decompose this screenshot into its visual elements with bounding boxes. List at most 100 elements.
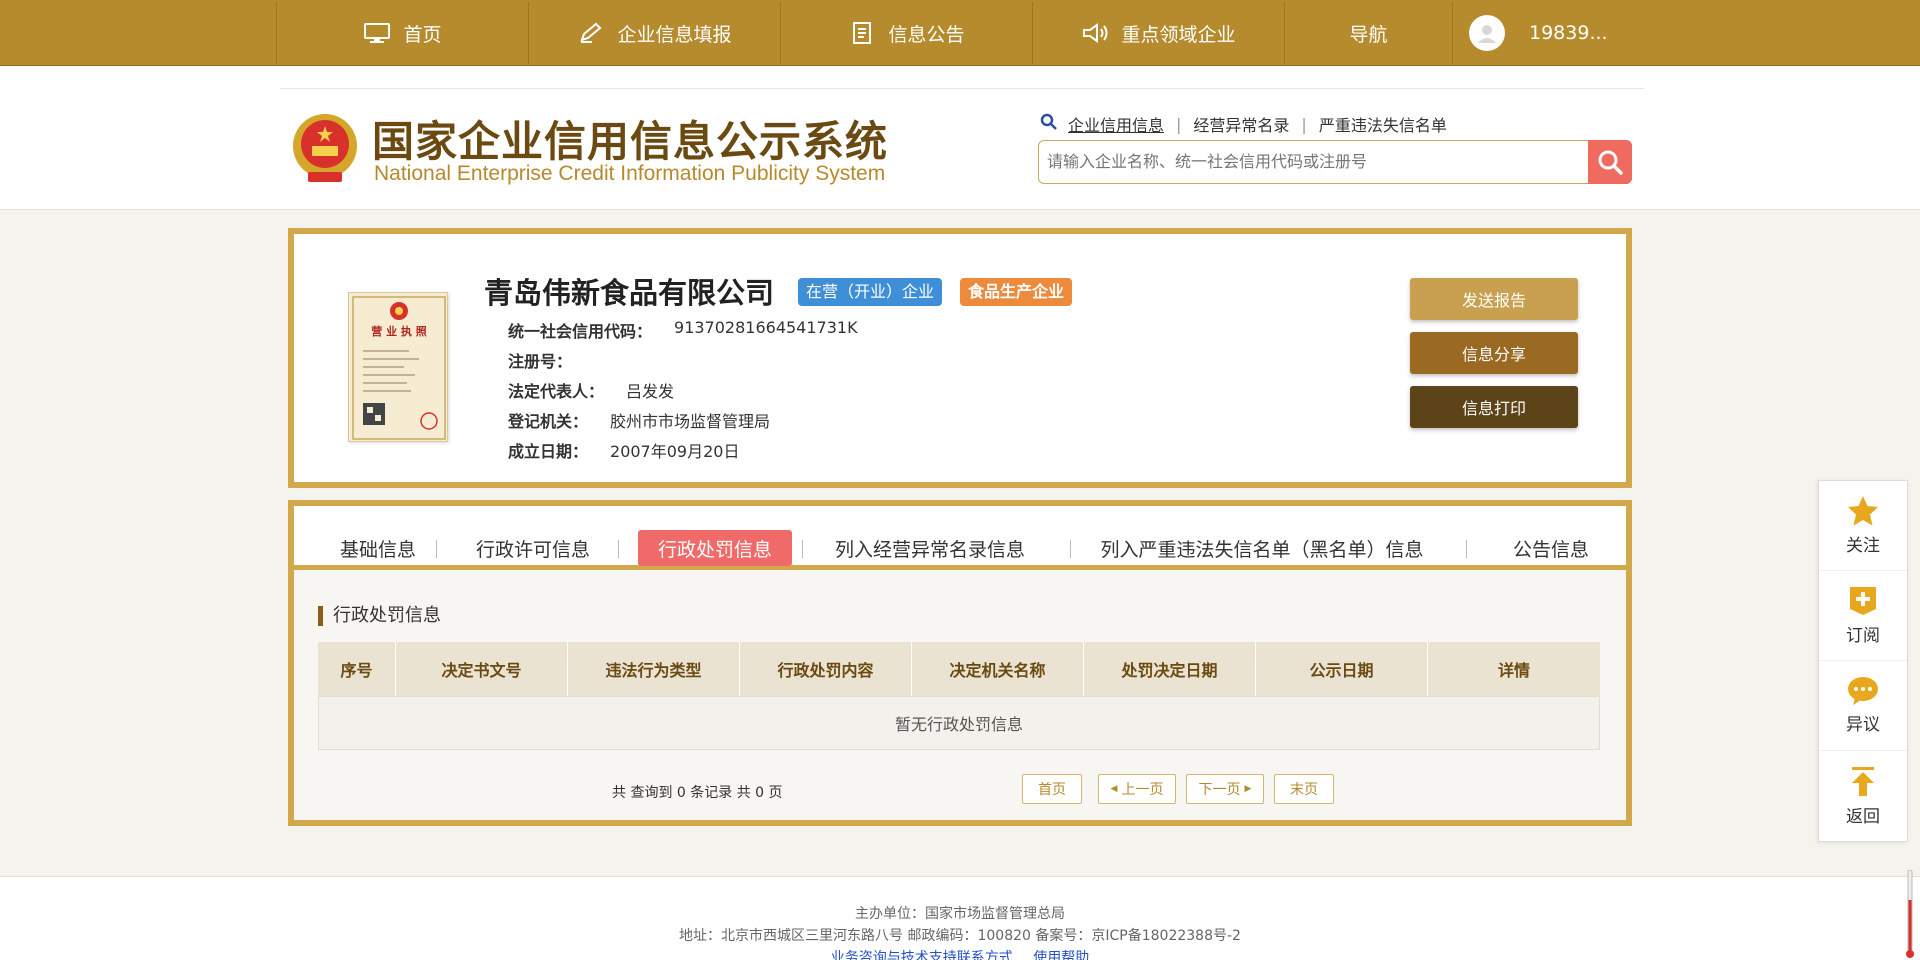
col-index: 序号 <box>318 642 396 696</box>
tab-basic-info[interactable]: 基础信息 <box>322 530 434 566</box>
pager-info: 共 查询到 0 条记录 共 0 页 <box>612 785 783 801</box>
caret-left-icon: ◀ <box>1110 784 1118 794</box>
info-credit-code: 统一社会信用代码： 91370281664541731K <box>508 318 858 342</box>
penalty-table: 序号 决定书文号 违法行为类型 行政处罚内容 决定机关名称 处罚决定日期 公示日… <box>318 642 1600 750</box>
pager-first[interactable]: 首页 <box>1022 774 1082 804</box>
follow-label: 关注 <box>1846 536 1880 556</box>
search-link-abnormal[interactable]: 经营异常名录 <box>1193 112 1289 136</box>
link-separator: | <box>1301 114 1307 134</box>
tab-separator <box>1070 540 1071 558</box>
subscribe-label: 订阅 <box>1846 626 1880 646</box>
caret-right-icon: ▶ <box>1244 784 1252 794</box>
tab-announcements[interactable]: 公告信息 <box>1492 530 1610 566</box>
info-label: 统一社会信用代码： <box>508 322 653 341</box>
business-license-image[interactable]: 营 业 执 照 <box>348 292 448 442</box>
info-value: 吕发发 <box>626 382 675 401</box>
col-details: 详情 <box>1497 661 1530 680</box>
site-title-cn: 国家企业信用信息公示系统 <box>372 117 889 166</box>
magnifier-icon <box>1040 113 1058 135</box>
info-tabs-panel: 基础信息 行政许可信息 行政处罚信息 列入经营异常名录信息 列入严重违法失信名单… <box>288 500 1632 826</box>
search-type-links: 企业信用信息 | 经营异常名录 | 严重违法失信名单 <box>1040 112 1447 136</box>
search-box <box>1038 140 1632 184</box>
info-reg-authority: 登记机关： 胶州市市场监督管理局 <box>508 408 770 432</box>
info-label: 成立日期： <box>508 442 589 461</box>
type-badge: 食品生产企业 <box>960 278 1073 306</box>
col-publish-date: 公示日期 <box>1256 642 1428 696</box>
nav-home[interactable]: 首页 <box>276 2 528 64</box>
info-label: 登记机关： <box>508 412 589 431</box>
subscribe-button[interactable]: 订阅 <box>1819 571 1907 661</box>
company-name: 青岛伟新食品有限公司 <box>484 276 775 310</box>
document-icon <box>848 22 876 44</box>
site-title-en: National Enterprise Credit Information P… <box>374 162 886 185</box>
chat-icon <box>1848 677 1878 705</box>
user-icon <box>1478 25 1496 43</box>
nav-enterprise-report[interactable]: 企业信息填报 <box>528 2 780 64</box>
footer-link-help[interactable]: 使用帮助 <box>1033 950 1089 960</box>
user-menu[interactable]: 19839... <box>1452 2 1642 64</box>
pager-prev-label: 上一页 <box>1121 782 1164 798</box>
col-authority: 决定机关名称 <box>912 642 1084 696</box>
status-badge: 在营（开业）企业 <box>798 278 943 306</box>
scroll-indicator[interactable] <box>1906 869 1914 960</box>
arrow-up-icon <box>1852 766 1874 796</box>
search-input[interactable] <box>1039 141 1579 181</box>
objection-button[interactable]: 异议 <box>1819 661 1907 751</box>
info-label: 法定代表人： <box>508 382 605 401</box>
info-establish-date: 成立日期： 2007年09月20日 <box>508 438 739 462</box>
nav-enterprise-report-label: 企业信息填报 <box>617 23 732 46</box>
pager-next-label: 下一页 <box>1198 782 1241 798</box>
footer-link-support[interactable]: 业务咨询与技术支持联系方式 <box>831 950 1013 960</box>
subscribe-icon <box>1850 587 1876 615</box>
nav-key-sectors-label: 重点领域企业 <box>1121 23 1236 46</box>
monitor-icon <box>363 22 391 44</box>
tab-blacklist[interactable]: 列入严重违法失信名单（黑名单）信息 <box>1090 530 1434 566</box>
top-navigation: 首页 企业信息填报 信息公告 重点领域企业 导航 19839... <box>0 0 1920 66</box>
info-value: 胶州市市场监督管理局 <box>610 412 771 431</box>
tab-separator <box>802 540 803 558</box>
speaker-icon <box>1081 22 1109 44</box>
star-icon <box>1848 496 1878 526</box>
info-reg-number: 注册号： <box>508 348 594 372</box>
footer-host: 主办单位：国家市场监督管理总局 <box>855 906 1065 922</box>
tab-abnormal-list[interactable]: 列入经营异常名录信息 <box>824 530 1036 566</box>
search-button[interactable] <box>1588 140 1632 184</box>
pen-icon <box>577 22 605 44</box>
print-info-button[interactable]: 信息打印 <box>1410 386 1578 428</box>
tab-admin-penalty[interactable]: 行政处罚信息 <box>638 530 792 566</box>
nav-guide-label: 导航 <box>1349 23 1388 46</box>
col-violation-type: 违法行为类型 <box>568 642 740 696</box>
share-info-button[interactable]: 信息分享 <box>1410 332 1578 374</box>
floating-toolbar: 关注 订阅 异议 返回 <box>1818 480 1908 842</box>
nav-key-sectors[interactable]: 重点领域企业 <box>1032 2 1284 64</box>
nav-home-label: 首页 <box>403 23 442 46</box>
footer-address: 地址：北京市西城区三里河东路八号 邮政编码：100820 备案号：京ICP备18… <box>679 928 1241 944</box>
info-legal-rep: 法定代表人： 吕发发 <box>508 378 674 402</box>
tab-admin-license[interactable]: 行政许可信息 <box>468 530 598 566</box>
pager-next[interactable]: 下一页 ▶ <box>1186 774 1264 804</box>
national-emblem-icon <box>290 110 360 186</box>
nav-guide[interactable]: 导航 <box>1284 2 1452 64</box>
pager-prev[interactable]: ◀ 上一页 <box>1098 774 1176 804</box>
divider <box>280 88 1644 89</box>
search-link-credit[interactable]: 企业信用信息 <box>1068 112 1164 136</box>
follow-button[interactable]: 关注 <box>1819 481 1907 571</box>
pager-last[interactable]: 末页 <box>1274 774 1334 804</box>
svg-text:营 业 执 照: 营 业 执 照 <box>371 324 427 338</box>
site-footer: 主办单位：国家市场监督管理总局 地址：北京市西城区三里河东路八号 邮政编码：10… <box>0 876 1920 960</box>
search-link-blacklist[interactable]: 严重违法失信名单 <box>1319 112 1447 136</box>
footer-help-links: 业务咨询与技术支持联系方式 使用帮助 <box>0 947 1920 960</box>
info-value: 91370281664541731K <box>674 318 858 337</box>
send-report-button[interactable]: 发送报告 <box>1410 278 1578 320</box>
site-header: 国家企业信用信息公示系统 National Enterprise Credit … <box>0 66 1920 210</box>
nav-announcements[interactable]: 信息公告 <box>780 2 1032 64</box>
tab-separator <box>1466 540 1467 558</box>
empty-row: 暂无行政处罚信息 <box>318 696 1600 750</box>
col-decision-date: 处罚决定日期 <box>1084 642 1256 696</box>
user-name: 19839... <box>1529 22 1608 44</box>
tab-bar: 基础信息 行政许可信息 行政处罚信息 列入经营异常名录信息 列入严重违法失信名单… <box>294 506 1626 570</box>
info-label: 注册号： <box>508 352 573 371</box>
back-to-top-button[interactable]: 返回 <box>1819 751 1907 841</box>
avatar <box>1469 15 1505 51</box>
tab-separator <box>436 540 437 558</box>
